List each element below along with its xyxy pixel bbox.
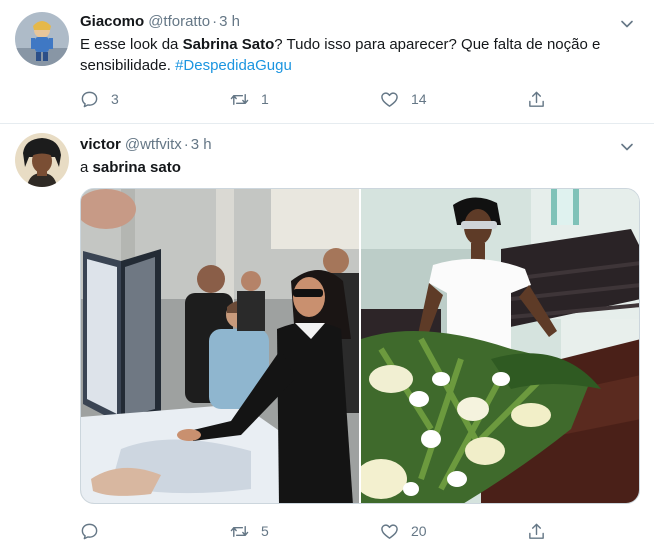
share-icon	[529, 91, 544, 107]
tweet-header: victor @wtfvitx · 3 h	[80, 135, 212, 155]
retweet-icon	[230, 525, 249, 537]
reply-button[interactable]	[80, 521, 111, 541]
tweet-text-bold: Sabrina Sato	[182, 36, 275, 53]
reply-button[interactable]: 3	[80, 89, 119, 109]
reply-count: 3	[111, 91, 119, 107]
reply-icon	[81, 91, 98, 107]
avatar[interactable]	[15, 133, 69, 187]
avatar[interactable]	[15, 12, 69, 66]
tweet-text-bold: sabrina sato	[92, 159, 181, 176]
tweet-text: a sabrina sato	[80, 157, 634, 178]
like-count: 14	[411, 91, 427, 107]
share-icon	[529, 523, 544, 539]
user-handle[interactable]: @wtfvitx	[125, 136, 182, 153]
timeline: Giacomo @tforatto · 3 h E esse look da Sabr…	[0, 0, 654, 552]
heart-icon	[381, 91, 398, 107]
media-photo[interactable]	[361, 189, 639, 503]
separator-dot: ·	[212, 13, 218, 30]
retweet-button[interactable]: 5	[230, 521, 269, 541]
tweet-text-part: E esse look da	[80, 36, 183, 53]
timestamp[interactable]: 3 h	[191, 136, 212, 153]
display-name[interactable]: Giacomo	[80, 13, 144, 30]
tweet-actions: 3 1 14	[80, 89, 560, 109]
separator-dot: ·	[183, 136, 189, 153]
tweet-text-part: a	[80, 159, 93, 176]
tweet-text: E esse look da Sabrina Sato? Tudo isso p…	[80, 34, 634, 76]
like-button[interactable]: 14	[380, 89, 427, 109]
share-button[interactable]	[527, 89, 546, 109]
user-handle[interactable]: @tforatto	[148, 13, 210, 30]
media-photo[interactable]	[81, 189, 359, 503]
chevron-down-icon[interactable]	[620, 140, 634, 154]
like-button[interactable]: 20	[380, 521, 427, 541]
tweet-actions: 5 20	[80, 521, 560, 541]
display-name[interactable]: victor	[80, 136, 121, 153]
timestamp[interactable]: 3 h	[219, 13, 240, 30]
like-count: 20	[411, 523, 427, 539]
tweet-header: Giacomo @tforatto · 3 h	[80, 12, 240, 32]
retweet-icon	[230, 93, 249, 105]
share-button[interactable]	[527, 521, 546, 541]
retweet-count: 5	[261, 523, 269, 539]
tweet[interactable]: Giacomo @tforatto · 3 h E esse look da Sabr…	[0, 0, 654, 124]
media-grid	[80, 188, 640, 504]
reply-icon	[81, 523, 98, 539]
chevron-down-icon[interactable]	[620, 17, 634, 31]
heart-icon	[381, 523, 398, 539]
retweet-count: 1	[261, 91, 269, 107]
tweet[interactable]: victor @wtfvitx · 3 h a sabrina sato 5 2…	[0, 125, 654, 552]
retweet-button[interactable]: 1	[230, 89, 269, 109]
hashtag-link[interactable]: #DespedidaGugu	[175, 57, 292, 74]
